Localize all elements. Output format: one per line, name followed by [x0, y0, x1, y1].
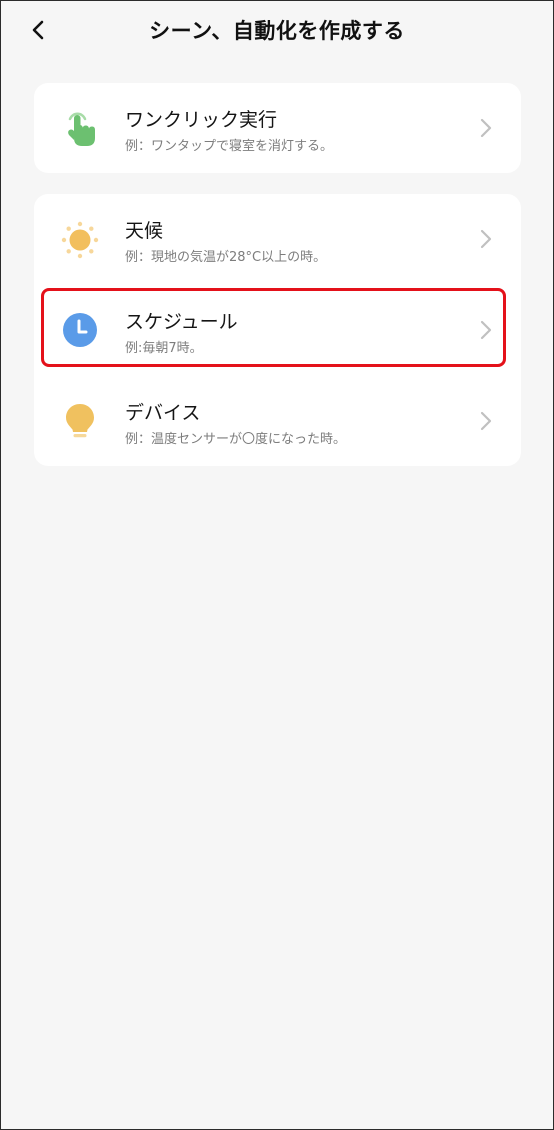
one-click-item[interactable]: ワンクリック実行 例：ワンタップで寝室を消灯する。: [34, 83, 521, 173]
chevron-right-icon: [480, 411, 492, 431]
device-item[interactable]: デバイス 例：温度センサーが〇度になった時。: [34, 376, 521, 466]
one-click-title: ワンクリック実行: [125, 109, 278, 131]
weather-item[interactable]: 天候 例：現地の気温が28°C以上の時。: [34, 194, 521, 284]
page-title: シーン、自動化を作成する: [149, 19, 405, 43]
chevron-right-icon: [480, 118, 492, 138]
sun-icon: [61, 221, 99, 259]
schedule-subtitle: 例:毎朝7時。: [125, 341, 203, 356]
weather-title: 天候: [125, 220, 164, 242]
schedule-item[interactable]: スケジュール 例:毎朝7時。: [34, 285, 521, 375]
lightbulb-icon: [66, 404, 94, 438]
chevron-right-icon: [480, 229, 492, 249]
header: シーン、自動化を作成する: [1, 1, 553, 57]
weather-subtitle: 例：現地の気温が28°C以上の時。: [125, 250, 327, 265]
tap-hand-icon: [68, 112, 95, 146]
one-click-card: ワンクリック実行 例：ワンタップで寝室を消灯する。: [34, 83, 521, 173]
clock-icon: [63, 313, 97, 347]
one-click-subtitle: 例：ワンタップで寝室を消灯する。: [125, 139, 334, 154]
device-subtitle: 例：温度センサーが〇度になった時。: [125, 432, 347, 447]
screen: シーン、自動化を作成する ワンクリック実行 例：ワンタップで寝室を消灯する。 天…: [0, 0, 554, 1130]
automation-card: 天候 例：現地の気温が28°C以上の時。 スケジュール 例:毎朝7時。 デバイス: [34, 194, 521, 466]
schedule-title: スケジュール: [125, 311, 238, 333]
device-title: デバイス: [125, 402, 201, 424]
chevron-right-icon: [480, 320, 492, 340]
